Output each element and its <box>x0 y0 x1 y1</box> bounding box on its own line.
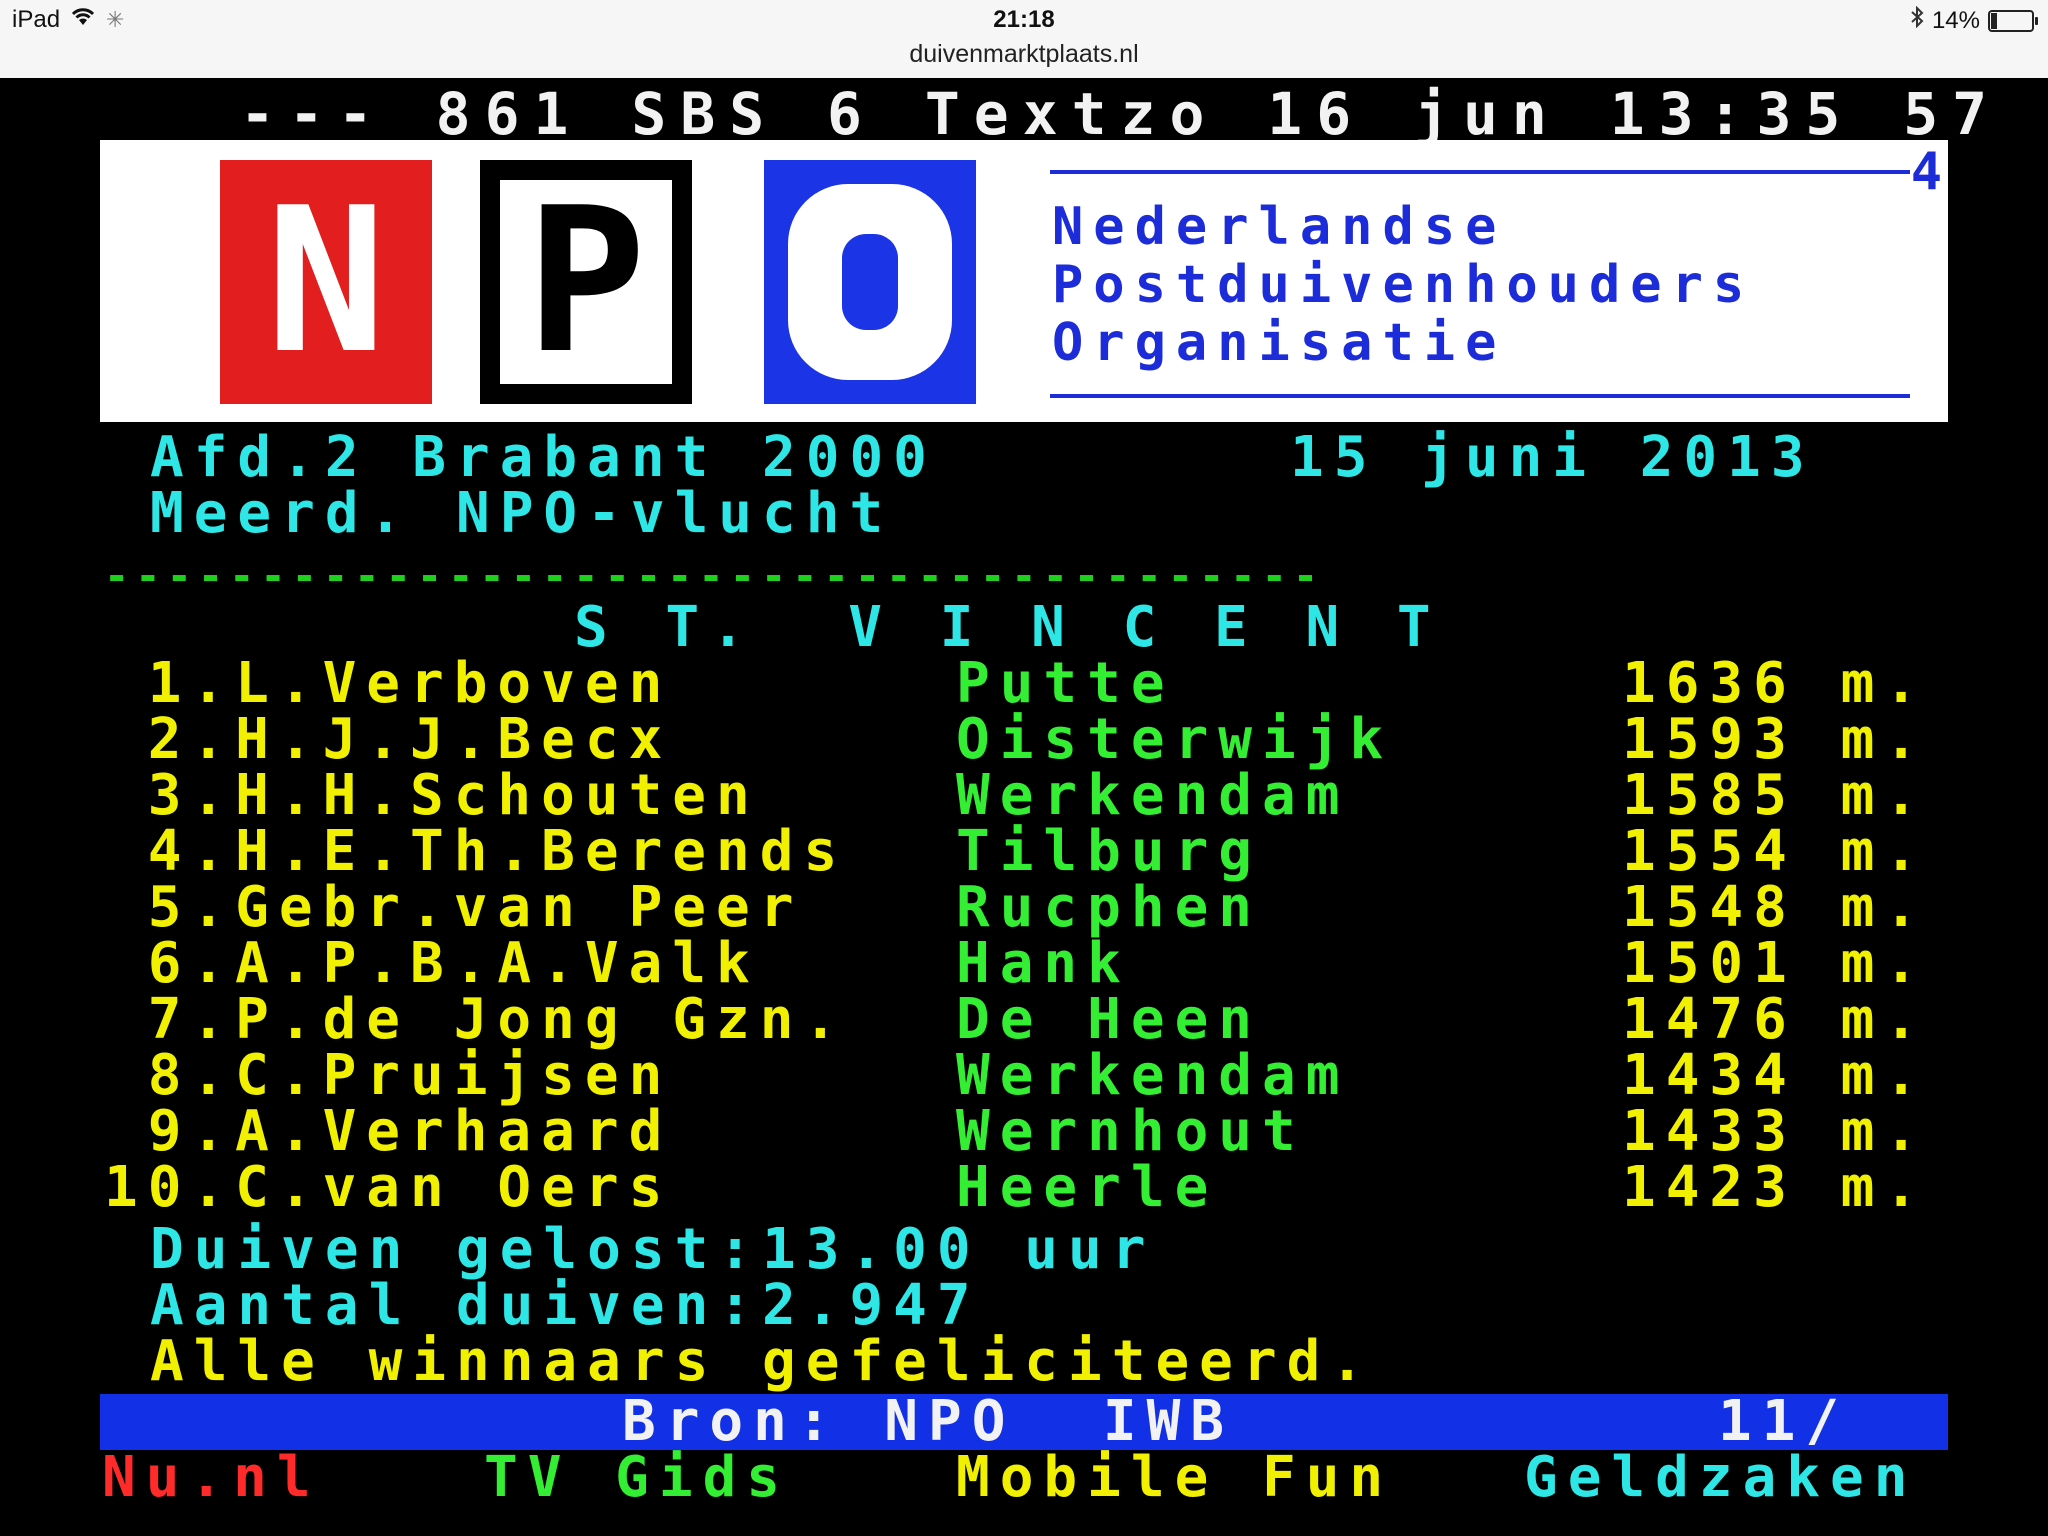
result-name: 8.C.Pruijsen <box>104 1043 673 1108</box>
npo-logo-o <box>764 160 976 404</box>
result-name: 5.Gebr.van Peer <box>104 875 804 940</box>
logo-letter-o <box>784 180 956 384</box>
battery-icon <box>1988 9 2038 32</box>
o-core-shape <box>842 234 898 330</box>
result-name: 1.L.Verboven <box>104 651 673 716</box>
result-name: 3.H.H.Schouten <box>104 763 760 828</box>
result-name: 7.P.de Jong Gzn. <box>104 987 848 1052</box>
battery-level <box>1991 12 1997 29</box>
result-name: 4.H.E.Th.Berends <box>104 819 848 884</box>
ios-status-bar: iPad ✳ 21:18 duivenmarktplaats.nl 14% <box>0 0 2048 78</box>
result-distance: 1476 m. <box>1622 987 1929 1052</box>
battery-percent: 14% <box>1931 6 1980 34</box>
fastext-red-link[interactable]: Nu.nl <box>102 1450 321 1506</box>
result-distance: 1423 m. <box>1622 1155 1929 1220</box>
result-town: Wernhout <box>956 1099 1306 1164</box>
result-distance: 1585 m. <box>1622 763 1929 828</box>
result-distance: 1593 m. <box>1622 707 1929 772</box>
source-text: Bron: NPO IWB <box>622 1389 1235 1454</box>
organisation-name: Nederlandse Postduivenhouders Organisatie <box>1052 198 1754 372</box>
fastext-green-link[interactable]: TV Gids <box>484 1450 790 1506</box>
congratulations: Alle winnaars gefeliciteerd. <box>150 1329 1375 1394</box>
result-name: 2.H.J.J.Becx <box>104 707 673 772</box>
org-line-3: Organisatie <box>1052 313 1507 373</box>
status-right: 14% <box>1910 5 2038 35</box>
race-subtitle: Meerd. NPO-vlucht <box>150 481 894 546</box>
org-line-2: Postduivenhouders <box>1052 255 1755 315</box>
fastext-cyan-link[interactable]: Geldzaken <box>1524 1450 1917 1506</box>
page-url[interactable]: duivenmarktplaats.nl <box>0 40 2048 69</box>
fastext-yellow-link[interactable]: Mobile Fun <box>956 1450 1393 1506</box>
result-distance: 1501 m. <box>1622 931 1929 996</box>
race-title: Afd.2 Brabant 2000 <box>150 425 937 490</box>
result-distance: 1636 m. <box>1622 651 1929 716</box>
result-distance: 1554 m. <box>1622 819 1929 884</box>
result-town: Hank <box>956 931 1131 996</box>
banner-rule-top <box>1050 170 1910 174</box>
result-town: Putte <box>956 651 1175 716</box>
org-line-1: Nederlandse <box>1052 197 1507 257</box>
logo-letter-n: N <box>240 180 412 384</box>
result-town: Rucphen <box>956 875 1263 940</box>
npo-logo-n: N <box>220 160 432 404</box>
result-name: 6.A.P.B.A.Valk <box>104 931 760 996</box>
bluetooth-icon <box>1910 5 1924 35</box>
result-town: Heerle <box>956 1155 1219 1220</box>
page-counter: 11/ <box>1718 1389 1850 1454</box>
race-location: S T. V I N C E N T <box>574 595 1443 660</box>
logo-letter-p: P <box>500 180 672 384</box>
clock: 21:18 <box>993 6 1055 33</box>
npo-banner: N P 4 Nederlandse Postduivenhouders Organi… <box>100 140 1948 422</box>
pigeon-count: Aantal duiven:2.947 <box>150 1273 981 1338</box>
banner-rule-bottom <box>1050 394 1910 398</box>
result-name: 10.C.van Oers <box>104 1155 673 1220</box>
npo-logo-p: P <box>480 160 692 404</box>
o-ring-shape <box>788 184 952 380</box>
result-name: 9.A.Verhaard <box>104 1099 673 1164</box>
result-town: De Heen <box>956 987 1263 1052</box>
result-distance: 1548 m. <box>1622 875 1929 940</box>
race-date: 15 juni 2013 <box>1290 425 1815 490</box>
result-town: Werkendam <box>956 763 1350 828</box>
release-time: Duiven gelost:13.00 uur <box>150 1217 1156 1282</box>
teletext-screen: --- 861 SBS 6 Textzo 16 jun 13:35 57 N P… <box>0 78 2048 1536</box>
result-town: Tilburg <box>956 819 1263 884</box>
result-town: Oisterwijk <box>956 707 1394 772</box>
banner-page-marker: 4 <box>1910 142 1942 202</box>
teletext-header: --- 861 SBS 6 Textzo 16 jun 13:35 57 <box>240 80 2002 148</box>
result-distance: 1433 m. <box>1622 1099 1929 1164</box>
result-town: Werkendam <box>956 1043 1350 1108</box>
result-distance: 1434 m. <box>1622 1043 1929 1108</box>
